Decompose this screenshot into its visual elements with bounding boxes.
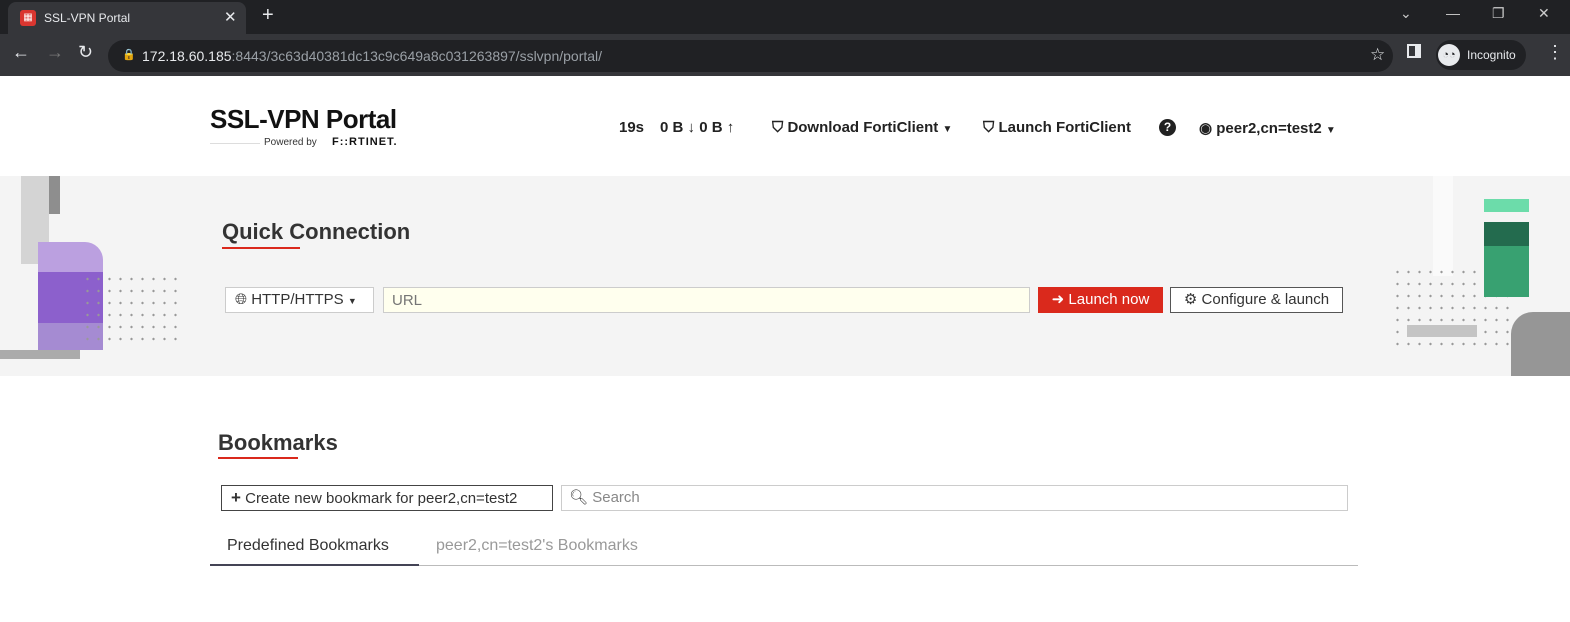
decoration <box>1433 176 1453 276</box>
launch-forticlient-link[interactable]: ⛉ Launch FortiClient <box>983 119 1131 136</box>
powered-by: Powered by <box>264 137 317 148</box>
browser-tab-bar: ▦ SSL-VPN Portal ✕ + ⌄ — ❐ ✕ <box>0 0 1570 34</box>
configure-launch-button[interactable]: ⚙ Configure & launch <box>1170 287 1343 313</box>
heading-underline <box>222 247 300 249</box>
shield-icon: ⛉ <box>983 119 995 136</box>
address-bar-row: ← → ↻ 🔒 172.18.60.185:8443/3c63d40381dc1… <box>0 34 1570 76</box>
active-tab-indicator <box>210 564 419 566</box>
incognito-icon: ◔◔ <box>1438 44 1460 66</box>
divider <box>210 143 260 144</box>
lock-icon: 🔒 <box>122 49 136 61</box>
url-input[interactable] <box>383 287 1030 313</box>
menu-icon[interactable]: ⋮ <box>1546 42 1564 63</box>
user-icon: ◉ <box>1199 120 1213 137</box>
user-menu[interactable]: ◉ peer2,cn=test2 ▼ <box>1199 119 1336 137</box>
create-bookmark-button[interactable]: + Create new bookmark for peer2,cn=test2 <box>221 485 553 511</box>
tab-personal-bookmarks[interactable]: peer2,cn=test2's Bookmarks <box>436 537 638 555</box>
plus-icon: + <box>231 488 241 507</box>
tab-search-icon[interactable]: ⌄ <box>1400 5 1412 22</box>
restore-icon[interactable]: ❐ <box>1492 5 1505 22</box>
decoration <box>49 176 60 214</box>
caret-down-icon: ▼ <box>347 296 357 306</box>
caret-down-icon: ▼ <box>1325 125 1336 136</box>
browser-tab[interactable]: ▦ SSL-VPN Portal ✕ <box>8 2 246 34</box>
gear-icon: ⚙ <box>1183 291 1198 308</box>
url-text: 172.18.60.185:8443/3c63d40381dc13c9c649a… <box>142 48 603 64</box>
back-icon[interactable]: ← <box>12 42 30 63</box>
forward-icon[interactable]: → <box>46 42 64 63</box>
close-window-icon[interactable]: ✕ <box>1538 5 1550 22</box>
shield-icon: ⛉ <box>772 119 784 136</box>
help-icon[interactable]: ? <box>1159 119 1176 136</box>
new-tab-icon[interactable]: + <box>262 4 274 27</box>
quick-connection-heading: Quick Connection <box>222 219 411 244</box>
download-forticlient-menu[interactable]: ⛉ Download FortiClient ▼ <box>772 119 952 136</box>
decoration <box>1407 325 1477 337</box>
decoration <box>1511 312 1570 376</box>
portal-header: SSL-VPN Portal Powered by F::RTINET. 19s… <box>0 76 1570 176</box>
decoration <box>82 273 180 345</box>
traffic-down: 0 B ↓ 0 B ↑ <box>660 119 735 136</box>
search-icon: 🔍︎ <box>569 489 589 506</box>
reload-icon[interactable]: ↻ <box>78 42 93 63</box>
close-tab-icon[interactable]: ✕ <box>224 8 237 26</box>
decoration <box>1484 222 1529 246</box>
tab-predefined-bookmarks[interactable]: Predefined Bookmarks <box>227 537 389 555</box>
decoration <box>0 350 80 359</box>
incognito-profile-button[interactable]: ◔◔ Incognito <box>1436 40 1526 70</box>
decoration <box>38 242 103 272</box>
address-bar[interactable]: 🔒 172.18.60.185:8443/3c63d40381dc13c9c64… <box>108 40 1393 72</box>
quick-connection-section: Quick Connection 🌐︎ HTTP/HTTPS ▼ ➜ Launc… <box>0 176 1570 376</box>
fortinet-favicon-icon: ▦ <box>20 10 36 26</box>
session-time: 19s <box>619 119 645 136</box>
decoration <box>1484 199 1529 212</box>
bookmark-search-input[interactable]: 🔍︎ Search <box>561 485 1348 511</box>
caret-down-icon: ▼ <box>942 124 953 135</box>
profile-label: Incognito <box>1467 48 1516 62</box>
portal-title: SSL-VPN Portal <box>210 104 397 134</box>
tab-title: SSL-VPN Portal <box>44 11 131 25</box>
heading-underline <box>218 457 298 459</box>
bookmarks-heading: Bookmarks <box>218 430 338 455</box>
side-panel-icon[interactable] <box>1407 44 1421 58</box>
launch-now-button[interactable]: ➜ Launch now <box>1038 287 1163 313</box>
protocol-select[interactable]: 🌐︎ HTTP/HTTPS ▼ <box>225 287 374 313</box>
minimize-icon[interactable]: — <box>1446 5 1460 21</box>
fortinet-logo: F::RTINET. <box>332 136 398 148</box>
decoration <box>1484 246 1529 297</box>
globe-icon: 🌐︎ <box>235 291 248 308</box>
arrow-circle-right-icon: ➜ <box>1051 291 1065 308</box>
bookmark-star-icon[interactable]: ☆ <box>1370 45 1385 65</box>
